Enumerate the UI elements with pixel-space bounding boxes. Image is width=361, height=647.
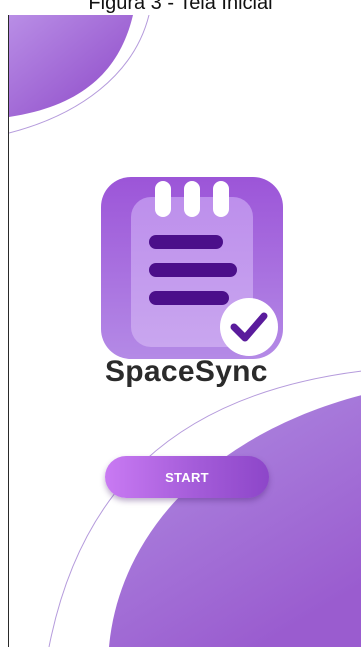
notepad-ring-2 bbox=[184, 181, 200, 217]
bottom-right-blob bbox=[109, 395, 361, 647]
top-left-blob bbox=[9, 15, 133, 117]
phone-frame: SpaceSync START bbox=[8, 15, 361, 647]
check-circle bbox=[220, 298, 278, 356]
app-name: SpaceSync bbox=[105, 355, 268, 388]
notepad-ring-3 bbox=[213, 181, 229, 217]
figure-caption: Figura 3 - Tela Inicial bbox=[88, 0, 273, 14]
start-button[interactable]: START bbox=[105, 456, 269, 498]
notepad-line-3 bbox=[149, 291, 229, 305]
notepad-line-1 bbox=[149, 235, 223, 249]
app-logo-icon bbox=[101, 177, 283, 359]
screen: Figura 3 - Tela Inicial SpaceSync START bbox=[0, 0, 361, 647]
notepad-line-2 bbox=[149, 263, 237, 277]
notepad-ring-1 bbox=[155, 181, 171, 217]
start-button-label: START bbox=[165, 469, 209, 485]
